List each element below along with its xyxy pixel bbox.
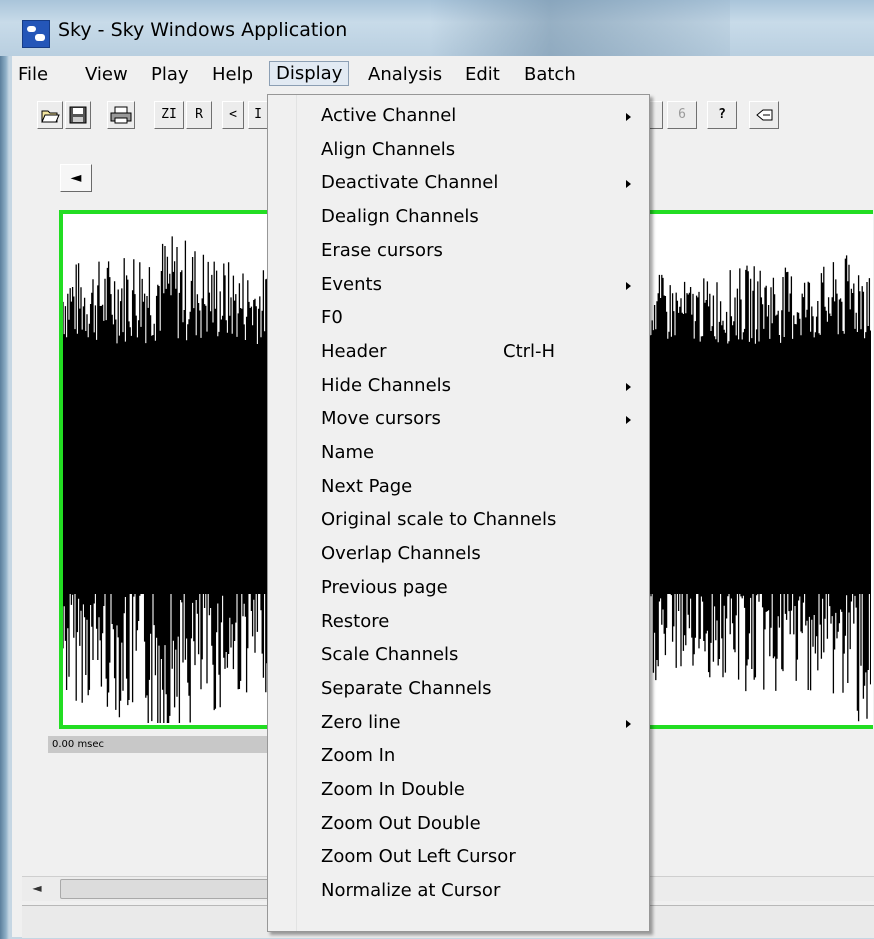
flag-button[interactable] <box>749 101 779 129</box>
menu-item-active-channel[interactable]: Active Channel <box>321 105 456 126</box>
zoom-in-button[interactable]: ZI <box>154 101 184 129</box>
toolbar-disabled-button[interactable] <box>650 101 663 129</box>
menu-bar <box>12 56 874 95</box>
menu-edit[interactable]: Edit <box>465 64 500 85</box>
help-button[interactable]: ? <box>707 101 737 129</box>
menu-item-scale-channels[interactable]: Scale Channels <box>321 644 458 665</box>
submenu-arrow-icon <box>626 113 631 121</box>
submenu-arrow-icon <box>626 180 631 189</box>
menu-item-zoom-out-left-cursor[interactable]: Zoom Out Left Cursor <box>321 846 516 867</box>
submenu-arrow-icon <box>626 382 631 391</box>
menu-item-separate-channels[interactable]: Separate Channels <box>321 678 492 699</box>
menu-item-zoom-in[interactable]: Zoom In <box>321 745 395 766</box>
menu-view[interactable]: View <box>85 64 128 85</box>
menu-item-name[interactable]: Name <box>321 442 374 463</box>
save-button[interactable] <box>65 101 91 129</box>
menu-item-header[interactable]: Header <box>321 341 387 362</box>
menu-item-zoom-in-double[interactable]: Zoom In Double <box>321 779 465 800</box>
prev-button[interactable]: < <box>222 101 244 129</box>
channel-scroll-left-button[interactable]: ◄ <box>60 164 92 192</box>
restore-button[interactable]: R <box>186 101 212 129</box>
open-icon <box>41 110 60 123</box>
menu-item-move-cursors[interactable]: Move cursors <box>321 408 441 429</box>
menu-item-previous-page[interactable]: Previous page <box>321 577 448 598</box>
scroll-left-icon[interactable]: ◄ <box>24 878 50 898</box>
save-icon <box>69 106 87 124</box>
menu-icon-gutter <box>268 95 297 931</box>
time-label: 0.00 msec <box>48 736 272 753</box>
menu-play[interactable]: Play <box>151 64 189 85</box>
help-icon: ? <box>718 107 726 122</box>
menu-file[interactable]: File <box>18 64 48 85</box>
menu-item-deactivate-channel[interactable]: Deactivate Channel <box>321 172 498 193</box>
menu-item-align-channels[interactable]: Align Channels <box>321 139 455 160</box>
menu-item-zero-line[interactable]: Zero line <box>321 712 401 733</box>
menu-display[interactable]: Display <box>269 61 350 86</box>
print-icon <box>110 106 132 124</box>
menu-item-hide-channels[interactable]: Hide Channels <box>321 375 451 396</box>
menu-batch[interactable]: Batch <box>524 64 576 85</box>
menu-item-dealign-channels[interactable]: Dealign Channels <box>321 206 479 227</box>
menu-item-zoom-out-double[interactable]: Zoom Out Double <box>321 813 481 834</box>
print-button[interactable] <box>107 101 135 129</box>
window-title: Sky - Sky Windows Application <box>58 19 348 41</box>
display-dropdown-menu: Active Channel Align Channels Deactivate C… <box>267 94 650 932</box>
next-button[interactable]: I <box>248 101 268 129</box>
menu-item-normalize-at-cursor[interactable]: Normalize at Cursor <box>321 880 500 901</box>
submenu-arrow-icon <box>626 719 631 728</box>
menu-help[interactable]: Help <box>212 64 253 85</box>
submenu-arrow-icon <box>626 416 631 425</box>
flag-icon <box>756 109 773 121</box>
menu-item-next-page[interactable]: Next Page <box>321 476 412 497</box>
menu-item-original-scale-to-channels[interactable]: Original scale to Channels <box>321 509 556 530</box>
scrollbar-thumb[interactable] <box>60 879 272 899</box>
menu-shortcut: Ctrl-H <box>503 340 556 362</box>
app-icon[interactable] <box>22 20 50 48</box>
menu-item-erase-cursors[interactable]: Erase cursors <box>321 240 443 261</box>
menu-analysis[interactable]: Analysis <box>368 64 442 85</box>
six-button[interactable]: 6 <box>667 101 697 129</box>
menu-item-events[interactable]: Events <box>321 274 382 295</box>
submenu-arrow-icon <box>626 281 631 290</box>
menu-item-overlap-channels[interactable]: Overlap Channels <box>321 543 481 564</box>
menu-item-restore[interactable]: Restore <box>321 611 389 632</box>
menu-item-f0[interactable]: F0 <box>321 307 343 328</box>
open-button[interactable] <box>37 101 63 129</box>
